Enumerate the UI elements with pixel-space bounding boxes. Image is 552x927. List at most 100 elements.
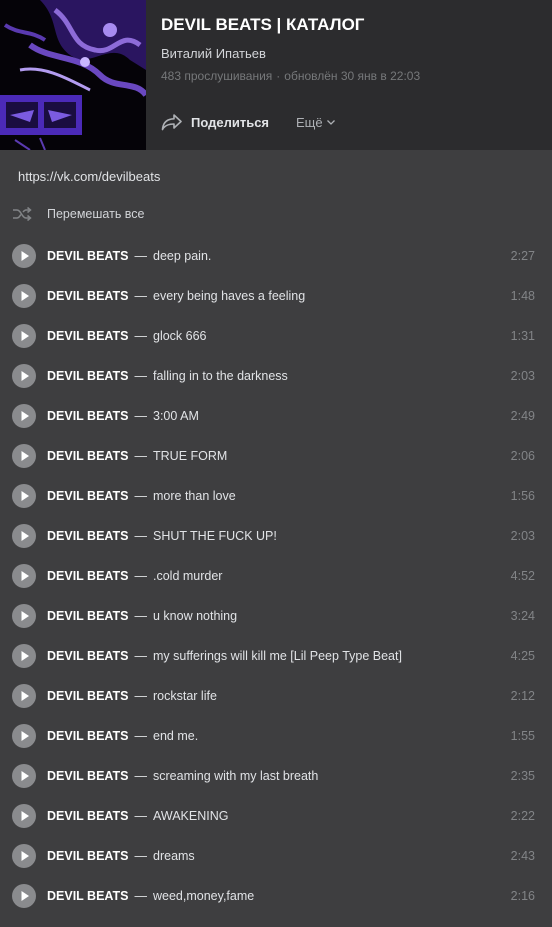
track-row[interactable]: DEVIL BEATS — dreams 2:43 bbox=[0, 836, 552, 876]
track-row[interactable]: DEVIL BEATS — .cold murder 4:52 bbox=[0, 556, 552, 596]
track-row[interactable]: DEVIL BEATS — end me. 1:55 bbox=[0, 716, 552, 756]
playlist-cover-art[interactable] bbox=[0, 0, 146, 150]
track-duration: 2:49 bbox=[510, 409, 535, 423]
track-row[interactable]: DEVIL BEATS — deep pain. 2:27 bbox=[0, 236, 552, 276]
playlist-description-link[interactable]: https://vk.com/devilbeats bbox=[18, 169, 160, 184]
track-artist[interactable]: DEVIL BEATS bbox=[47, 529, 129, 543]
shuffle-all-button[interactable]: Перемешать все bbox=[12, 204, 145, 224]
track-artist[interactable]: DEVIL BEATS bbox=[47, 249, 129, 263]
chevron-down-icon bbox=[326, 120, 335, 125]
share-arrow-icon bbox=[161, 114, 182, 131]
play-button[interactable] bbox=[12, 884, 36, 908]
play-button[interactable] bbox=[12, 524, 36, 548]
play-button[interactable] bbox=[12, 804, 36, 828]
play-icon bbox=[21, 411, 29, 421]
play-button[interactable] bbox=[12, 564, 36, 588]
playlist-title: DEVIL BEATS | КАТАЛОГ bbox=[161, 15, 365, 34]
track-title: screaming with my last breath bbox=[153, 769, 319, 783]
track-separator: — bbox=[134, 449, 148, 463]
track-title: more than love bbox=[153, 489, 236, 503]
track-row[interactable]: DEVIL BEATS — 3:00 AM 2:49 bbox=[0, 396, 552, 436]
track-artist[interactable]: DEVIL BEATS bbox=[47, 729, 129, 743]
play-button[interactable] bbox=[12, 284, 36, 308]
track-artist[interactable]: DEVIL BEATS bbox=[47, 409, 129, 423]
track-artist[interactable]: DEVIL BEATS bbox=[47, 649, 129, 663]
track-separator: — bbox=[134, 369, 148, 383]
track-duration: 2:22 bbox=[510, 809, 535, 823]
track-info: DEVIL BEATS — end me. bbox=[47, 729, 198, 743]
play-button[interactable] bbox=[12, 364, 36, 388]
track-row[interactable]: DEVIL BEATS — u know nothing 3:24 bbox=[0, 596, 552, 636]
track-info: DEVIL BEATS — glock 666 bbox=[47, 329, 207, 343]
play-button[interactable] bbox=[12, 444, 36, 468]
play-icon bbox=[21, 651, 29, 661]
track-info: DEVIL BEATS — deep pain. bbox=[47, 249, 211, 263]
track-artist[interactable]: DEVIL BEATS bbox=[47, 769, 129, 783]
track-artist[interactable]: DEVIL BEATS bbox=[47, 329, 129, 343]
track-row[interactable]: DEVIL BEATS — glock 666 1:31 bbox=[0, 316, 552, 356]
track-artist[interactable]: DEVIL BEATS bbox=[47, 569, 129, 583]
play-button[interactable] bbox=[12, 724, 36, 748]
track-artist[interactable]: DEVIL BEATS bbox=[47, 489, 129, 503]
cover-artwork-image bbox=[0, 0, 146, 150]
playlist-meta: 483 прослушивания · обновлён 30 янв в 22:0… bbox=[161, 69, 420, 83]
shuffle-icon bbox=[13, 206, 32, 222]
track-duration: 2:06 bbox=[510, 449, 535, 463]
track-artist[interactable]: DEVIL BEATS bbox=[47, 289, 129, 303]
plays-count: 483 прослушивания bbox=[161, 69, 273, 83]
track-title: weed,money,fame bbox=[153, 889, 255, 903]
track-title: SHUT THE FUCK UP! bbox=[153, 529, 277, 543]
track-separator: — bbox=[134, 769, 148, 783]
track-row[interactable]: DEVIL BEATS — my sufferings will kill me [… bbox=[0, 636, 552, 676]
track-row[interactable]: DEVIL BEATS — SHUT THE FUCK UP! 2:03 bbox=[0, 516, 552, 556]
track-separator: — bbox=[134, 849, 148, 863]
track-row[interactable]: DEVIL BEATS — TRUE FORM 2:06 bbox=[0, 436, 552, 476]
track-info: DEVIL BEATS — AWAKENING bbox=[47, 809, 228, 823]
track-row[interactable]: DEVIL BEATS — rockstar life 2:12 bbox=[0, 676, 552, 716]
play-button[interactable] bbox=[12, 604, 36, 628]
play-icon bbox=[21, 691, 29, 701]
track-info: DEVIL BEATS — u know nothing bbox=[47, 609, 237, 623]
track-row[interactable]: DEVIL BEATS — screaming with my last breat… bbox=[0, 756, 552, 796]
track-row[interactable]: DEVIL BEATS — more than love 1:56 bbox=[0, 476, 552, 516]
share-label: Поделиться bbox=[191, 114, 270, 130]
play-icon bbox=[21, 771, 29, 781]
track-artist[interactable]: DEVIL BEATS bbox=[47, 369, 129, 383]
track-info: DEVIL BEATS — more than love bbox=[47, 489, 236, 503]
play-icon bbox=[21, 571, 29, 581]
play-icon bbox=[21, 611, 29, 621]
playlist-header: DEVIL BEATS | КАТАЛОГ Виталий Ипатьев 48… bbox=[0, 0, 552, 150]
track-artist[interactable]: DEVIL BEATS bbox=[47, 689, 129, 703]
track-row[interactable]: DEVIL BEATS — weed,money,fame 2:16 bbox=[0, 876, 552, 916]
play-button[interactable] bbox=[12, 404, 36, 428]
share-button[interactable]: Поделиться bbox=[161, 110, 269, 134]
track-artist[interactable]: DEVIL BEATS bbox=[47, 809, 129, 823]
more-button[interactable]: Ещё bbox=[296, 110, 336, 134]
track-duration: 2:35 bbox=[510, 769, 535, 783]
track-artist[interactable]: DEVIL BEATS bbox=[47, 609, 129, 623]
play-button[interactable] bbox=[12, 764, 36, 788]
track-title: falling in to the darkness bbox=[153, 369, 288, 383]
track-artist[interactable]: DEVIL BEATS bbox=[47, 889, 129, 903]
play-button[interactable] bbox=[12, 844, 36, 868]
track-duration: 2:43 bbox=[510, 849, 535, 863]
track-row[interactable]: DEVIL BEATS — AWAKENING 2:22 bbox=[0, 796, 552, 836]
track-artist[interactable]: DEVIL BEATS bbox=[47, 449, 129, 463]
track-info: DEVIL BEATS — TRUE FORM bbox=[47, 449, 227, 463]
play-button[interactable] bbox=[12, 684, 36, 708]
track-row[interactable]: DEVIL BEATS — falling in to the darkness 2… bbox=[0, 356, 552, 396]
track-info: DEVIL BEATS — falling in to the darkness bbox=[47, 369, 288, 383]
play-button[interactable] bbox=[12, 324, 36, 348]
track-artist[interactable]: DEVIL BEATS bbox=[47, 849, 129, 863]
track-title: u know nothing bbox=[153, 609, 238, 623]
track-duration: 1:31 bbox=[510, 329, 535, 343]
play-button[interactable] bbox=[12, 484, 36, 508]
track-separator: — bbox=[134, 609, 148, 623]
track-title: every being haves a feeling bbox=[153, 289, 306, 303]
play-button[interactable] bbox=[12, 644, 36, 668]
track-separator: — bbox=[134, 329, 148, 343]
playlist-author[interactable]: Виталий Ипатьев bbox=[161, 46, 266, 61]
track-duration: 1:55 bbox=[510, 729, 535, 743]
play-button[interactable] bbox=[12, 244, 36, 268]
track-row[interactable]: DEVIL BEATS — every being haves a feeling … bbox=[0, 276, 552, 316]
